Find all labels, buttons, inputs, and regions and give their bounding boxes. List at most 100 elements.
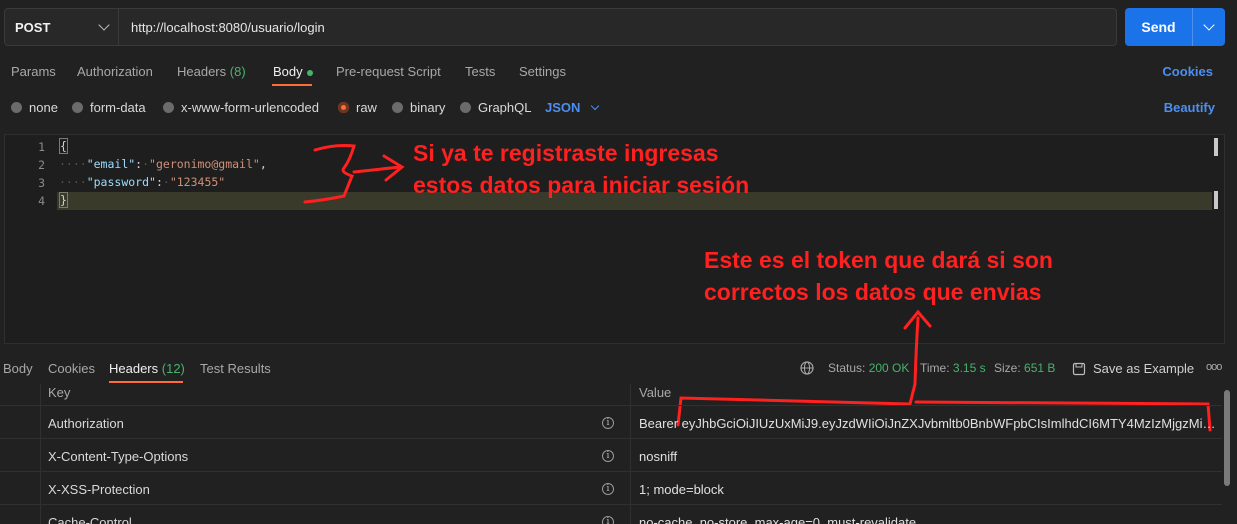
column-header-value: Value — [639, 385, 672, 400]
code-line-1: { — [59, 137, 68, 155]
line-gutter: 1 2 3 4 — [5, 135, 49, 343]
line-number: 4 — [38, 194, 45, 208]
header-value: 1; mode=block — [639, 482, 724, 497]
radio-urlencoded[interactable]: x-www-form-urlencoded — [163, 100, 319, 115]
method-select[interactable]: POST — [5, 9, 119, 45]
globe-icon[interactable] — [800, 361, 814, 375]
radio-urlencoded-label: x-www-form-urlencoded — [181, 100, 319, 115]
save-as-example-button[interactable]: Save as Example — [1072, 361, 1194, 376]
info-icon[interactable]: i — [602, 450, 614, 462]
table-header-row: Key Value — [0, 384, 1222, 406]
info-icon[interactable]: i — [602, 516, 614, 524]
radio-binary[interactable]: binary — [392, 100, 445, 115]
radio-form-data[interactable]: form-data — [72, 100, 146, 115]
code-line-2: ····"email":·"geronimo@gmail", — [59, 157, 267, 171]
radio-graphql[interactable]: GraphQL — [460, 100, 531, 115]
tab-authorization[interactable]: Authorization — [77, 64, 153, 79]
radio-circle-icon — [460, 102, 471, 113]
editor-scrollbar[interactable] — [1214, 138, 1218, 156]
status-value: 200 OK — [868, 361, 910, 375]
tab-response-headers-count: (12) — [161, 361, 185, 376]
line-number: 2 — [38, 158, 45, 172]
response-time[interactable]: Time: 3.15 s — [920, 361, 986, 375]
send-options-button[interactable] — [1192, 8, 1225, 46]
tab-response-cookies[interactable]: Cookies — [48, 361, 95, 376]
size-value: 651 B — [1024, 361, 1056, 375]
indent-dots: ···· — [59, 157, 87, 171]
column-header-key: Key — [48, 385, 71, 400]
status-label: Status: — [828, 361, 866, 375]
info-icon[interactable]: i — [602, 417, 614, 429]
tab-response-headers-label: Headers — [109, 361, 159, 376]
code-line-3: ····"password":·"123455" — [59, 175, 226, 189]
chevron-down-icon — [591, 101, 600, 110]
format-select[interactable]: JSON — [545, 100, 600, 115]
table-row[interactable]: Cache-Control i no-cache, no-store, max-… — [0, 505, 1222, 524]
annotation-top-line2: estos datos para iniciar sesión — [413, 172, 750, 198]
annotation-bottom: Este es el token que dará si son correct… — [704, 244, 1053, 308]
response-scrollbar[interactable] — [1224, 390, 1230, 486]
time-label: Time: — [920, 361, 950, 375]
tab-headers-count: (8) — [229, 64, 246, 79]
tab-body[interactable]: Body — [273, 64, 313, 79]
indent-dots: ···· — [59, 175, 87, 189]
annotation-bottom-line1: Este es el token que dará si son — [704, 247, 1053, 273]
header-key: X-Content-Type-Options — [48, 449, 189, 464]
tab-settings[interactable]: Settings — [519, 64, 566, 79]
annotation-top-line1: Si ya te registraste ingresas — [413, 140, 719, 166]
time-value: 3.15 s — [952, 361, 986, 375]
table-row[interactable]: X-XSS-Protection i 1; mode=block — [0, 472, 1222, 505]
response-size[interactable]: Size: 651 B — [994, 361, 1055, 375]
line-number: 3 — [38, 176, 45, 190]
header-value: nosniff — [639, 449, 678, 464]
save-icon — [1072, 362, 1086, 375]
colon: : — [155, 175, 163, 189]
request-tabs: Params Authorization Headers (8) Body Pr… — [0, 56, 1237, 86]
radio-graphql-label: GraphQL — [478, 100, 532, 115]
tab-headers[interactable]: Headers (8) — [177, 64, 246, 79]
info-icon[interactable]: i — [602, 483, 614, 495]
tab-headers-label: Headers — [177, 64, 227, 79]
code-line-4: } — [59, 191, 68, 209]
response-tabs: Body Cookies Headers (12) Test Results S… — [0, 352, 1237, 384]
request-bar: POST — [4, 8, 1117, 46]
json-key: "password" — [86, 175, 156, 189]
active-tab-indicator — [272, 84, 312, 86]
radio-none-label: none — [29, 100, 58, 115]
more-options-button[interactable]: ooo — [1206, 361, 1222, 373]
table-row[interactable]: Authorization i Bearer eyJhbGciOiJIUzUxM… — [0, 406, 1222, 439]
tab-response-headers[interactable]: Headers (12) — [109, 361, 185, 376]
annotation-bottom-line2: correctos los datos que envias — [704, 279, 1042, 305]
header-value: no-cache, no-store, max-age=0, must-reva… — [639, 515, 917, 524]
tab-tests[interactable]: Tests — [465, 64, 495, 79]
radio-circle-icon — [163, 102, 174, 113]
radio-raw[interactable]: raw — [338, 100, 377, 115]
send-button[interactable]: Send — [1125, 8, 1192, 46]
radio-circle-icon — [392, 102, 403, 113]
radio-selected-icon — [338, 102, 349, 113]
radio-form-data-label: form-data — [90, 100, 146, 115]
beautify-button[interactable]: Beautify — [1164, 100, 1215, 115]
tab-prerequest-script[interactable]: Pre-request Script — [336, 64, 441, 79]
tab-params[interactable]: Params — [11, 64, 56, 79]
header-key: X-XSS-Protection — [48, 482, 150, 497]
radio-none[interactable]: none — [11, 100, 58, 115]
tab-test-results[interactable]: Test Results — [200, 361, 271, 376]
json-key: "email" — [86, 157, 136, 171]
header-key: Cache-Control — [48, 515, 132, 524]
method-label: POST — [15, 19, 51, 35]
close-brace: } — [59, 192, 68, 208]
table-row[interactable]: X-Content-Type-Options i nosniff — [0, 439, 1222, 472]
send-button-group: Send — [1125, 8, 1225, 46]
chevron-down-icon — [98, 19, 110, 31]
line-number: 1 — [38, 140, 45, 154]
response-status[interactable]: Status: 200 OK — [828, 361, 909, 375]
url-input[interactable] — [119, 9, 1116, 45]
chevron-down-icon — [1203, 19, 1215, 31]
cookies-link[interactable]: Cookies — [1162, 64, 1213, 79]
format-select-label: JSON — [545, 100, 581, 115]
tab-response-body[interactable]: Body — [3, 361, 33, 376]
radio-circle-icon — [72, 102, 83, 113]
editor-scrollbar-marker — [1214, 191, 1218, 209]
json-value: "123455" — [169, 175, 226, 189]
